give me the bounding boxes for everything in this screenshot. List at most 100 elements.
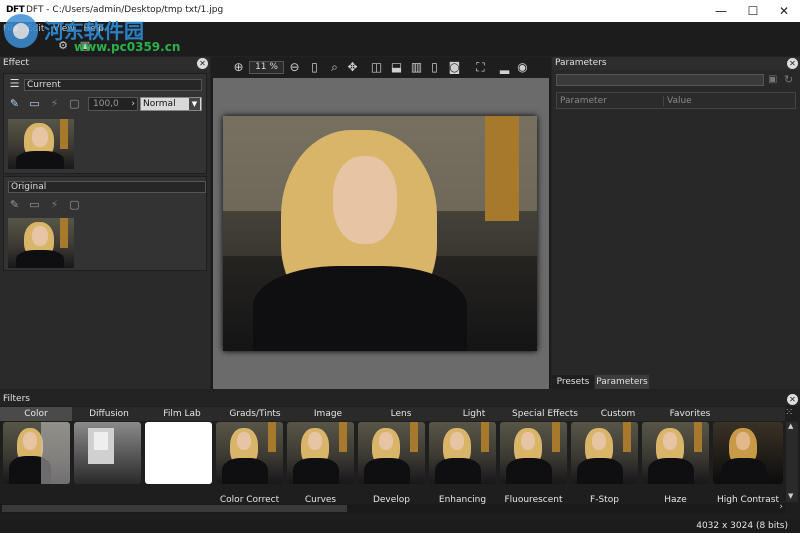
canvas-background [213,78,549,389]
magnifier-icon[interactable]: ⌕ [327,60,342,75]
tab-image[interactable]: Image [292,407,364,421]
flash-icon[interactable]: ⚡ [48,97,61,110]
app-toolbar: ⚙ ▣ [0,36,800,56]
tab-film-lab[interactable]: Film Lab [146,407,218,421]
tab-color[interactable]: Color [0,407,72,421]
loupe-icon[interactable]: ◉ [515,60,530,75]
mask-icon[interactable]: ▢ [68,97,81,110]
fit-screen-icon[interactable]: ▣ [78,39,92,53]
tab-lens[interactable]: Lens [365,407,437,421]
filters-horizontal-scrollbar[interactable]: › [0,502,785,514]
close-icon[interactable]: ✕ [787,58,798,69]
filter-thumb-3[interactable] [145,422,212,508]
mask-icon[interactable]: ▢ [68,198,81,211]
close-icon[interactable]: ✕ [197,58,208,69]
filter-thumb-fluourescent[interactable]: Fluourescent [500,422,567,508]
minimize-button[interactable]: — [705,0,737,22]
filter-thumb-develop[interactable]: Develop [358,422,425,508]
parameters-panel-title: Parameters [555,58,607,68]
menu-help[interactable]: Help [80,22,107,36]
menu-file[interactable]: File [0,22,21,36]
blend-mode-value: Normal [143,99,176,109]
zoom-level[interactable]: 11 % [249,61,284,74]
scroll-up-icon[interactable]: ▲ [788,422,793,430]
filter-thumb-high-contrast[interactable]: High Contrast [713,422,783,508]
filter-thumb-curves[interactable]: Curves [287,422,354,508]
filter-thumb-image [145,422,212,484]
edit-icon[interactable]: ✎ [8,198,21,211]
pan-icon[interactable]: ✥ [345,60,360,75]
current-layer: ☰ Current ✎ ▭ ⚡ ▢ 100,0 › Normal ▼ [3,73,207,174]
current-thumbnail[interactable] [8,119,74,169]
filter-thumb-haze[interactable]: Haze [642,422,709,508]
tab-favorites[interactable]: Favorites [654,407,726,421]
filter-thumb-image [571,422,638,484]
opacity-input[interactable]: 100,0 › [88,97,138,111]
filter-thumb-image [358,422,425,484]
tab-custom[interactable]: Custom [582,407,654,421]
canvas-toolbar: ⊕ 11 % ⊖ ▯ ⌕ ✥ ◫ ⬓ ▥ ▯ ◙ ⛶ ▂ ◉ [211,57,551,78]
monitor-icon[interactable]: ▭ [28,97,41,110]
edit-icon[interactable]: ✎ [8,97,21,110]
preset-input[interactable] [556,74,764,86]
settings-icon[interactable]: ⚙ [56,39,70,53]
layer-list-icon[interactable]: ☰ [8,77,21,90]
filter-thumb-1[interactable] [3,422,70,508]
chevron-right-icon: › [131,99,135,109]
close-icon[interactable]: ✕ [787,394,798,405]
split-vertical-icon[interactable]: ◫ [369,60,384,75]
reset-icon[interactable]: ↻ [784,73,793,86]
grid-view-icon[interactable]: ⁙ [785,407,793,418]
save-icon[interactable]: ▣ [768,74,777,85]
maximize-button[interactable]: ☐ [737,0,769,22]
flash-icon[interactable]: ⚡ [48,198,61,211]
close-button[interactable]: ✕ [768,0,800,22]
filter-thumb-image [500,422,567,484]
crop-icon[interactable]: ⛶ [473,60,488,75]
parameters-panel-header: Parameters ✕ [552,57,800,70]
tab-presets[interactable]: Presets [552,375,594,389]
tab-special-effects[interactable]: Special Effects [508,407,582,421]
histogram-icon[interactable]: ▂ [497,60,512,75]
parameter-table-header: Parameter Value [556,92,796,109]
blend-mode-select[interactable]: Normal ▼ [140,97,202,111]
filter-thumb-image [713,422,783,484]
tab-parameters[interactable]: Parameters [595,375,649,389]
scrollbar-thumb[interactable] [2,505,347,512]
effect-panel: Effect ✕ ☰ Current ✎ ▭ ⚡ ▢ 100,0 › Norma… [0,57,210,389]
filters-panel: Filters ✕ Color Diffusion Film Lab Grads… [0,393,800,519]
scroll-down-icon[interactable]: ▼ [788,492,793,500]
scroll-right-icon[interactable]: › [779,502,783,512]
app-logo: DFT [6,5,25,15]
zoom-out-icon[interactable]: ⊖ [287,60,302,75]
monitor-icon[interactable]: ▭ [28,198,41,211]
parameters-panel: Parameters ✕ ▣ ↻ Parameter Value Presets… [552,57,800,389]
tab-diffusion[interactable]: Diffusion [73,407,145,421]
camera-icon[interactable]: ◙ [447,60,462,75]
canvas-area: ⊕ 11 % ⊖ ▯ ⌕ ✥ ◫ ⬓ ▥ ▯ ◙ ⛶ ▂ ◉ [211,57,551,389]
filter-thumb-color-correct[interactable]: Color Correct [216,422,283,508]
image-dimensions: 4032 x 3024 (8 bits) [696,521,788,531]
filter-thumb-image [642,422,709,484]
filter-thumbnails: Color Correct Curves Develop Enhancing F… [0,422,785,508]
split-horizontal-icon[interactable]: ⬓ [389,60,404,75]
fit-icon[interactable]: ▯ [307,60,322,75]
chevron-down-icon: ▼ [189,98,200,110]
menu-view[interactable]: View [50,22,77,36]
zoom-in-icon[interactable]: ⊕ [231,60,246,75]
column-parameter: Parameter [560,96,607,106]
original-thumbnail[interactable] [8,218,74,268]
filter-thumb-enhancing[interactable]: Enhancing [429,422,496,508]
filter-thumb-2[interactable] [74,422,141,508]
menu-edit[interactable]: Edit [24,22,47,36]
original-layer: Original ✎ ▭ ⚡ ▢ [3,176,207,271]
filter-thumb-image [429,422,496,484]
filters-vertical-scrollbar[interactable]: ▲ ▼ [786,422,798,502]
tab-grads-tints[interactable]: Grads/Tints [219,407,291,421]
filter-thumb-image [3,422,70,484]
filter-thumb-f-stop[interactable]: F-Stop [571,422,638,508]
single-view-icon[interactable]: ▯ [427,60,442,75]
tab-light[interactable]: Light [438,407,510,421]
main-image[interactable] [223,116,537,351]
side-by-side-icon[interactable]: ▥ [409,60,424,75]
